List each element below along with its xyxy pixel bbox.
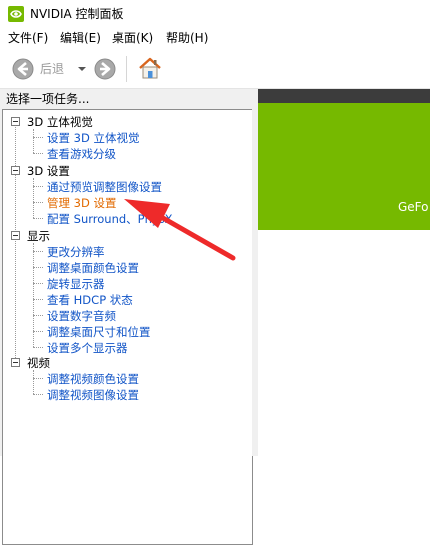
category-3d-settings[interactable]: 3D 设置 <box>27 164 70 178</box>
tree-connector <box>33 178 34 218</box>
menu-edit[interactable]: 编辑(E) <box>60 30 101 46</box>
task-pane-header: 选择一项任务... <box>6 92 90 106</box>
home-icon[interactable] <box>137 55 163 81</box>
toolbar-separator <box>126 56 127 82</box>
task-adjust-video-image[interactable]: 调整视频图像设置 <box>47 388 139 402</box>
task-set-multiple-displays[interactable]: 设置多个显示器 <box>47 341 128 355</box>
category-3d-vision[interactable]: 3D 立体视觉 <box>27 115 93 129</box>
task-view-hdcp-status[interactable]: 查看 HDCP 状态 <box>47 293 133 307</box>
banner-text: GeFo <box>398 200 429 214</box>
task-pane: 选择一项任务... 3D 立体视觉 设置 3D 立体视觉 查看游戏分级 3D 设… <box>0 89 253 545</box>
task-adjust-desktop-color[interactable]: 调整桌面颜色设置 <box>47 261 139 275</box>
collapse-video-icon[interactable] <box>11 358 20 367</box>
menu-help[interactable]: 帮助(H) <box>166 30 208 46</box>
task-set-3d-vision[interactable]: 设置 3D 立体视觉 <box>47 131 139 145</box>
toolbar: 后退 <box>0 48 430 89</box>
tree-connector <box>33 394 43 395</box>
banner-top-strip <box>258 89 430 103</box>
tree-connector <box>33 186 43 187</box>
task-configure-surround-physx[interactable]: 配置 Surround、PhysX <box>47 212 173 226</box>
tree-connector <box>33 299 43 300</box>
nvidia-logo-icon <box>8 6 24 22</box>
task-adjust-video-color[interactable]: 调整视频颜色设置 <box>47 372 139 386</box>
menu-desktop[interactable]: 桌面(K) <box>112 30 153 46</box>
collapse-3d-vision-icon[interactable] <box>11 117 20 126</box>
tree-connector <box>33 283 43 284</box>
task-set-digital-audio[interactable]: 设置数字音频 <box>47 309 116 323</box>
category-display[interactable]: 显示 <box>27 229 50 243</box>
task-tree: 3D 立体视觉 设置 3D 立体视觉 查看游戏分级 3D 设置 通过预览调整图像… <box>2 109 253 545</box>
task-change-resolution[interactable]: 更改分辨率 <box>47 245 105 259</box>
back-history-dropdown-icon[interactable] <box>78 67 86 71</box>
task-adjust-image-preview[interactable]: 通过预览调整图像设置 <box>47 180 162 194</box>
task-view-game-ratings[interactable]: 查看游戏分级 <box>47 147 116 161</box>
tree-connector <box>33 202 43 203</box>
collapse-display-icon[interactable] <box>11 231 20 240</box>
tree-connector <box>33 137 43 138</box>
tree-connector <box>33 370 34 394</box>
tree-connector <box>33 331 43 332</box>
tree-connector <box>33 378 43 379</box>
tree-connector <box>33 347 43 348</box>
tree-connector <box>33 153 43 154</box>
back-arrow-icon[interactable] <box>12 58 34 80</box>
collapse-3d-settings-icon[interactable] <box>11 166 20 175</box>
tree-connector <box>33 251 43 252</box>
back-button-label[interactable]: 后退 <box>40 61 64 77</box>
menu-bar: 文件(F) 编辑(E) 桌面(K) 帮助(H) <box>0 28 430 48</box>
title-bar: NVIDIA 控制面板 <box>0 0 430 28</box>
category-video[interactable]: 视频 <box>27 356 50 370</box>
forward-arrow-icon[interactable] <box>94 58 116 80</box>
task-rotate-display[interactable]: 旋转显示器 <box>47 277 105 291</box>
tree-connector <box>33 267 43 268</box>
task-adjust-desktop-size[interactable]: 调整桌面尺寸和位置 <box>47 325 151 339</box>
task-manage-3d-settings[interactable]: 管理 3D 设置 <box>47 196 116 210</box>
menu-file[interactable]: 文件(F) <box>8 30 48 46</box>
window-title: NVIDIA 控制面板 <box>30 7 124 21</box>
content-pane: GeFo <box>258 89 430 456</box>
tree-connector <box>33 218 43 219</box>
tree-connector <box>15 122 16 358</box>
tree-connector <box>33 129 34 153</box>
tree-connector <box>33 315 43 316</box>
